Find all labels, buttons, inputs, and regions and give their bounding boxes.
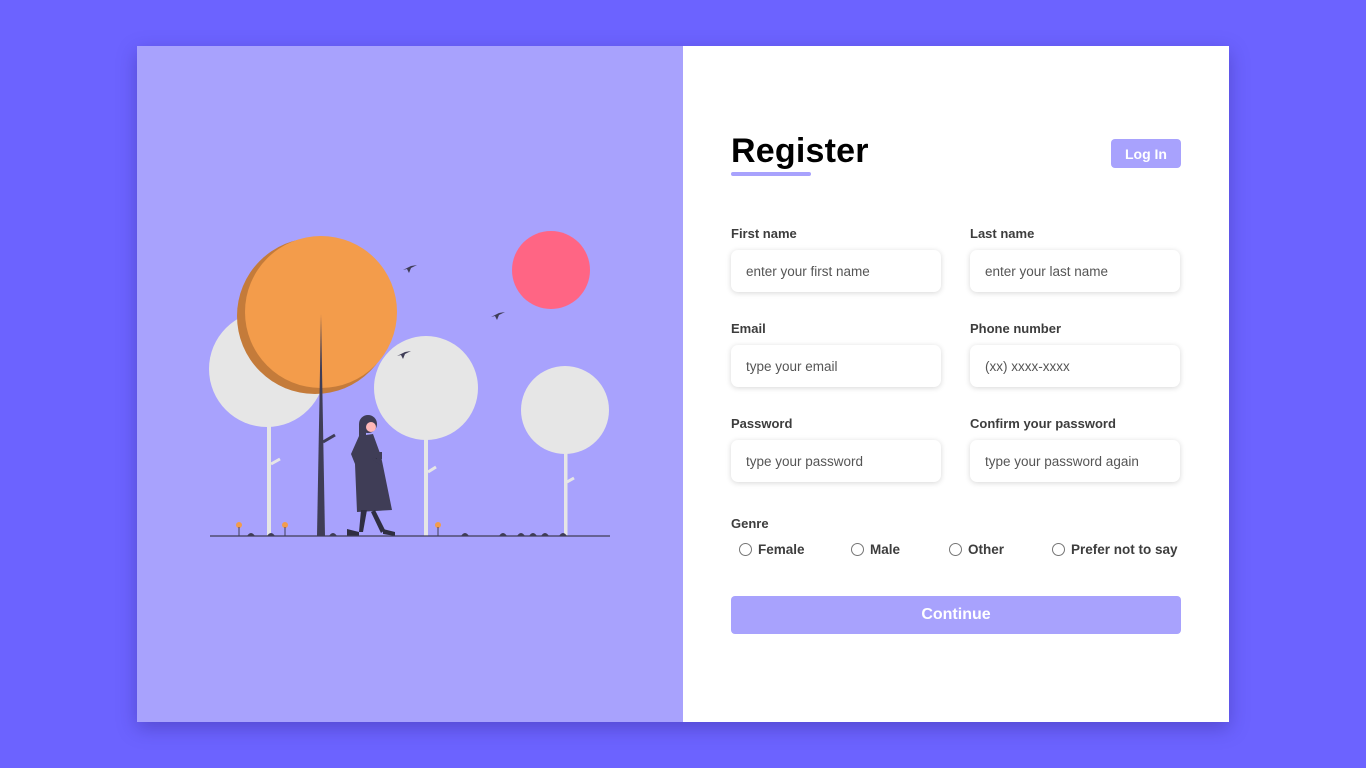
sun-circle bbox=[512, 231, 590, 309]
white-tree-right bbox=[521, 366, 609, 454]
illustration-panel bbox=[137, 46, 683, 722]
other-radio-label: Other bbox=[968, 542, 1005, 557]
last-name-input[interactable] bbox=[970, 250, 1180, 292]
male-radio-label: Male bbox=[870, 542, 901, 557]
confirm-password-label: Confirm your password bbox=[970, 416, 1116, 431]
woman-figure bbox=[347, 415, 395, 536]
password-label: Password bbox=[731, 416, 793, 431]
form-panel: Register Log In First name Last name Ema… bbox=[683, 46, 1229, 722]
woman-walking-in-park-illustration bbox=[209, 231, 610, 537]
confirm-password-input[interactable] bbox=[970, 440, 1180, 482]
female-radio-label: Female bbox=[758, 542, 805, 557]
male-radio[interactable] bbox=[851, 543, 864, 556]
first-name-label: First name bbox=[731, 226, 797, 241]
title-underline bbox=[731, 172, 811, 176]
password-input[interactable] bbox=[731, 440, 941, 482]
first-name-group: First name bbox=[731, 226, 941, 292]
email-label: Email bbox=[731, 321, 766, 336]
last-name-label: Last name bbox=[970, 226, 1035, 241]
prefer-not-radio-label: Prefer not to say bbox=[1071, 542, 1178, 557]
genre-group: Genre Female Male Other Prefer not to sa… bbox=[731, 516, 1181, 560]
genre-options: Female Male Other Prefer not to say bbox=[731, 542, 1181, 560]
phone-group: Phone number bbox=[970, 321, 1180, 387]
login-button[interactable]: Log In bbox=[1111, 139, 1181, 168]
bird-1 bbox=[403, 265, 417, 273]
genre-option-other[interactable]: Other bbox=[949, 542, 1004, 557]
confirm-password-group: Confirm your password bbox=[970, 416, 1180, 482]
password-group: Password bbox=[731, 416, 941, 482]
genre-label: Genre bbox=[731, 516, 769, 531]
other-radio[interactable] bbox=[949, 543, 962, 556]
continue-button[interactable]: Continue bbox=[731, 596, 1181, 634]
genre-option-female[interactable]: Female bbox=[739, 542, 805, 557]
email-group: Email bbox=[731, 321, 941, 387]
female-radio[interactable] bbox=[739, 543, 752, 556]
phone-input[interactable] bbox=[970, 345, 1180, 387]
page-title: Register bbox=[731, 132, 869, 170]
last-name-group: Last name bbox=[970, 226, 1180, 292]
phone-label: Phone number bbox=[970, 321, 1062, 336]
genre-option-prefer-not[interactable]: Prefer not to say bbox=[1052, 542, 1178, 557]
white-tree-middle bbox=[374, 336, 478, 440]
email-input[interactable] bbox=[731, 345, 941, 387]
register-card: Register Log In First name Last name Ema… bbox=[137, 46, 1229, 722]
form-header: Register Log In bbox=[731, 132, 1181, 182]
first-name-input[interactable] bbox=[731, 250, 941, 292]
prefer-not-radio[interactable] bbox=[1052, 543, 1065, 556]
genre-option-male[interactable]: Male bbox=[851, 542, 900, 557]
bird-2 bbox=[491, 312, 505, 320]
